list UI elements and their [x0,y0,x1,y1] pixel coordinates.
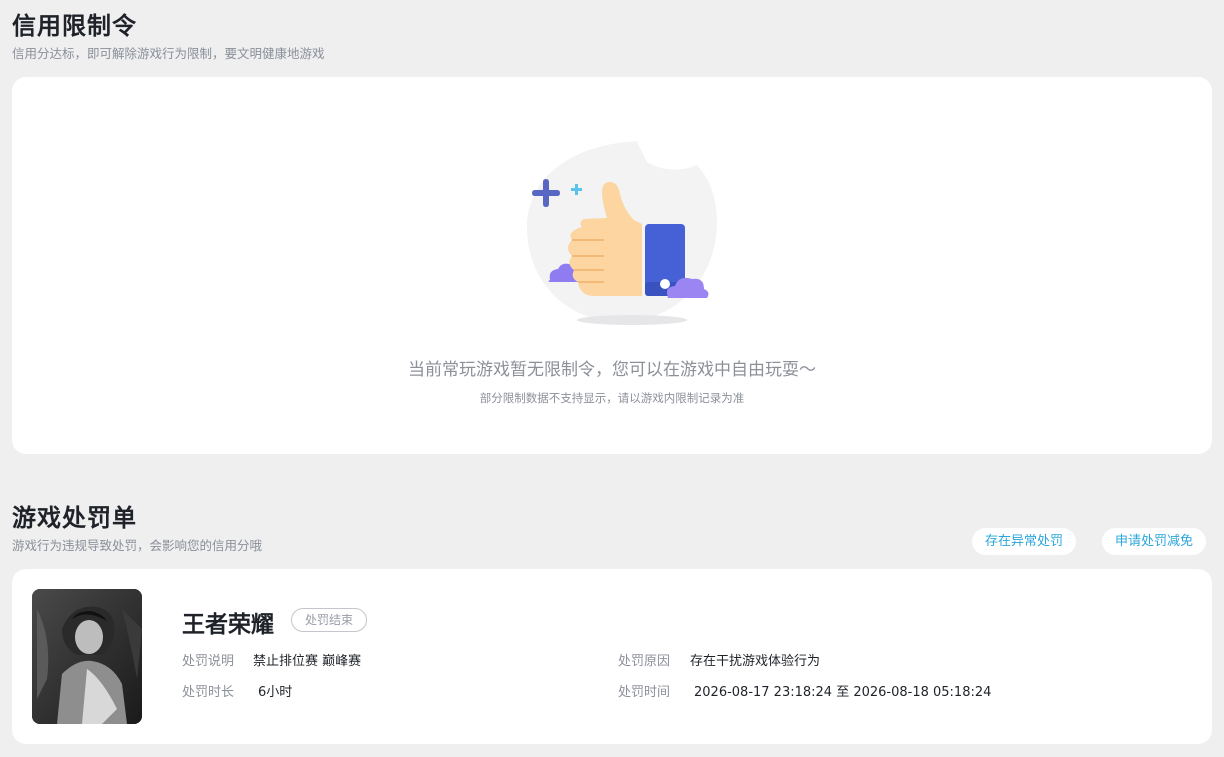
penalty-duration-value: 6小时 [258,685,293,700]
penalty-card[interactable]: 王者荣耀 处罚结束 处罚说明 禁止排位赛 巅峰赛 处罚时长 6小时 处罚原因 存在干扰… [12,569,1212,744]
penalty-desc-row: 处罚说明 禁止排位赛 巅峰赛 [182,650,361,669]
penalty-desc-label: 处罚说明 [182,654,235,669]
penalty-reason-row: 处罚原因 存在干扰游戏体验行为 [618,650,820,669]
credit-section-title: 信用限制令 [12,12,137,40]
restriction-card: 当前常玩游戏暂无限制令，您可以在游戏中自由玩耍～ 部分限制数据不支持显示，请以游… [12,77,1212,454]
penalty-time-label: 处罚时间 [618,685,671,700]
penalty-time-row: 处罚时间 2026-08-17 23:18:24 至 2026-08-18 05:… [618,681,991,700]
penalty-section-subtitle: 游戏行为违规导致处罚，会影响您的信用分哦 [12,538,263,553]
thumbs-up-icon [527,140,717,325]
penalty-time-value: 2026-08-17 23:18:24 至 2026-08-18 05:18:2… [694,685,992,700]
penalty-reason-value: 存在干扰游戏体验行为 [690,654,821,669]
penalty-desc-value: 禁止排位赛 巅峰赛 [253,654,362,669]
status-badge: 处罚结束 [291,608,368,632]
abnormal-penalty-button[interactable]: 存在异常处罚 [972,528,1077,555]
game-name: 王者荣耀 [182,612,274,638]
game-hero-avatar [32,589,142,724]
empty-state-message: 当前常玩游戏暂无限制令，您可以在游戏中自由玩耍～ [408,360,816,380]
penalty-duration-label: 处罚时长 [182,685,235,700]
penalty-duration-row: 处罚时长 6小时 [182,681,292,700]
penalty-section-title: 游戏处罚单 [12,504,137,532]
penalty-reason-label: 处罚原因 [618,654,671,669]
apply-reduction-button[interactable]: 申请处罚减免 [1102,528,1207,555]
empty-state-note: 部分限制数据不支持显示，请以游戏内限制记录为准 [479,391,745,405]
credit-section-subtitle: 信用分达标，即可解除游戏行为限制，要文明健康地游戏 [12,46,325,61]
